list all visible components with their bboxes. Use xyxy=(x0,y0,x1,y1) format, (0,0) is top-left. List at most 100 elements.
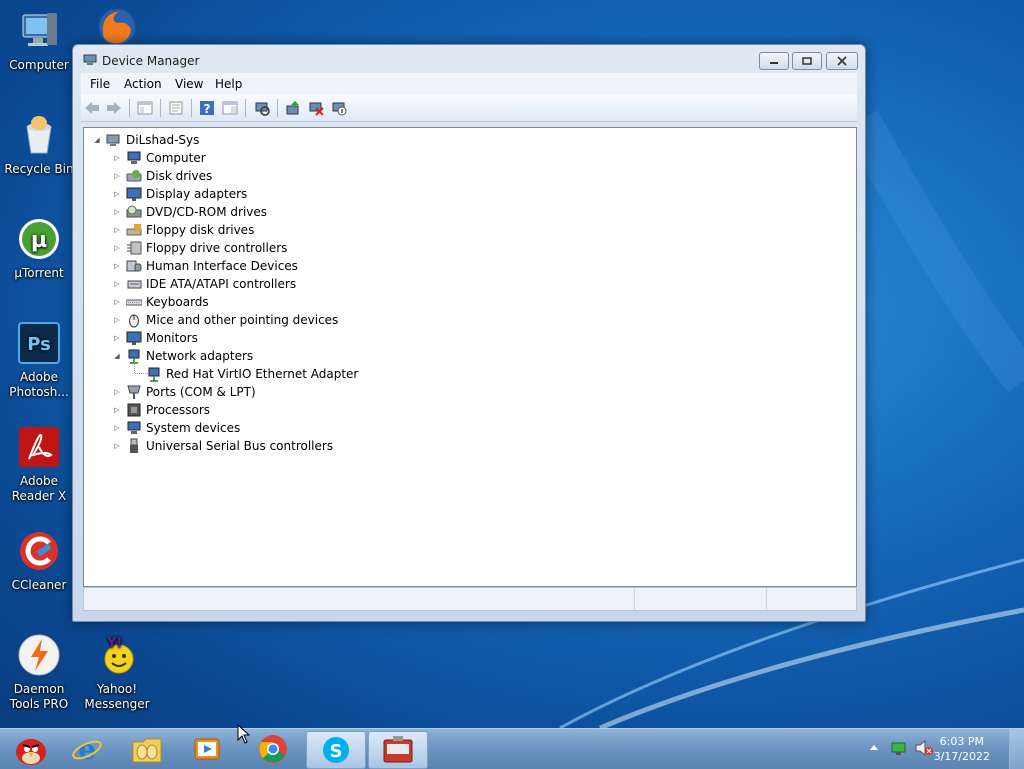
clock-time: 6:03 PM xyxy=(939,735,984,748)
expand-arrow-icon[interactable]: ▷ xyxy=(112,298,122,306)
menu-help[interactable]: Help xyxy=(215,77,242,91)
desktop-icon-computer[interactable]: Computer xyxy=(0,8,78,73)
system-clock[interactable]: 6:03 PM 3/17/2022 xyxy=(934,734,990,764)
expand-arrow-icon[interactable]: ▷ xyxy=(112,154,122,162)
device-tree[interactable]: ◢ DiLshad-Sys ▷ Computer ▷ Disk drives ▷… xyxy=(83,127,857,587)
tree-item-mice[interactable]: ▷ Mice and other pointing devices xyxy=(112,311,338,329)
tree-item-label: Display adapters xyxy=(146,187,248,201)
close-button[interactable] xyxy=(826,52,858,70)
expand-arrow-icon[interactable]: ▷ xyxy=(112,334,122,342)
tree-item-label: Red Hat VirtIO Ethernet Adapter xyxy=(166,367,359,381)
desktop-icon-yahoo-messenger[interactable]: Y! Yahoo! Messenger xyxy=(78,632,156,712)
forward-arrow-icon xyxy=(107,102,121,114)
back-button[interactable] xyxy=(83,99,101,117)
tree-root[interactable]: ◢ DiLshad-Sys xyxy=(92,131,199,149)
tree-item-processors[interactable]: ▷ Processors xyxy=(112,401,210,419)
keyboard-icon xyxy=(126,294,142,310)
expand-arrow-icon[interactable]: ▷ xyxy=(112,244,122,252)
show-hidden-icons-arrow-icon[interactable] xyxy=(868,741,880,755)
usb-icon xyxy=(126,438,142,454)
tree-item-system-devices[interactable]: ▷ System devices xyxy=(112,419,240,437)
tree-item-ports[interactable]: ▷ Ports (COM & LPT) xyxy=(112,383,256,401)
console-tree-button[interactable] xyxy=(136,99,154,117)
processor-icon xyxy=(126,402,142,418)
tree-item-label: Keyboards xyxy=(146,295,209,309)
collapse-arrow-icon[interactable]: ◢ xyxy=(112,352,122,360)
desktop-icon-daemon-tools[interactable]: Daemon Tools PRO xyxy=(0,632,78,712)
desktop-icon-photoshop[interactable]: Ps Adobe Photosh... xyxy=(0,320,78,400)
tree-item-floppy-disk-drives[interactable]: ▷ Floppy disk drives xyxy=(112,221,254,239)
show-desktop-button[interactable] xyxy=(1009,729,1024,769)
menu-file[interactable]: File xyxy=(90,77,110,91)
tree-item-disk-drives[interactable]: ▷ Disk drives xyxy=(112,167,212,185)
taskbar-skype[interactable]: S xyxy=(306,731,366,769)
taskbar-device-manager[interactable] xyxy=(368,731,428,769)
expand-arrow-icon[interactable]: ▷ xyxy=(112,280,122,288)
desktop-icon-label: Adobe Photosh... xyxy=(9,370,69,399)
menu-view[interactable]: View xyxy=(175,77,203,91)
monitor-icon xyxy=(126,330,142,346)
tree-item-floppy-drive-controllers[interactable]: ▷ Floppy drive controllers xyxy=(112,239,287,257)
tree-item-keyboards[interactable]: ▷ Keyboards xyxy=(112,293,209,311)
hid-icon xyxy=(126,258,142,274)
desktop-icon-label: Recycle Bin xyxy=(4,162,74,176)
expand-arrow-icon[interactable]: ▷ xyxy=(112,316,122,324)
action-pane-button[interactable] xyxy=(221,99,239,117)
disable-device-button[interactable] xyxy=(330,99,348,117)
expand-arrow-icon[interactable]: ▷ xyxy=(112,406,122,414)
toolbar-separator xyxy=(277,99,278,117)
taskbar-internet-explorer[interactable]: e xyxy=(58,731,116,767)
title-bar[interactable]: Device Manager xyxy=(73,45,865,75)
computer-icon xyxy=(16,8,62,54)
taskbar-angry-birds[interactable] xyxy=(0,731,58,767)
scan-hardware-button[interactable] xyxy=(253,99,271,117)
uninstall-button[interactable] xyxy=(307,99,325,117)
device-manager-icon xyxy=(83,54,97,65)
expand-arrow-icon[interactable]: ▷ xyxy=(112,442,122,450)
forward-button[interactable] xyxy=(105,99,123,117)
desktop-icon-adobe-reader[interactable]: Adobe Reader X xyxy=(0,424,78,504)
toolbar-separator xyxy=(129,99,130,117)
tree-item-display-adapters[interactable]: ▷ Display adapters xyxy=(112,185,247,203)
floppy-disk-icon xyxy=(126,222,142,238)
update-driver-button[interactable] xyxy=(284,99,302,117)
tree-item-monitors[interactable]: ▷ Monitors xyxy=(112,329,198,347)
system-device-icon xyxy=(126,420,142,436)
taskbar-chrome[interactable] xyxy=(244,731,302,767)
tree-item-computer[interactable]: ▷ Computer xyxy=(112,149,205,167)
tree-item-label: Universal Serial Bus controllers xyxy=(146,439,334,453)
expand-arrow-icon[interactable]: ▷ xyxy=(112,172,122,180)
expand-arrow-icon[interactable]: ▷ xyxy=(112,424,122,432)
minimize-button[interactable] xyxy=(759,52,789,70)
volume-muted-icon[interactable] xyxy=(914,739,934,757)
desktop-icon-recycle-bin[interactable]: Recycle Bin xyxy=(0,112,78,177)
expand-arrow-icon[interactable]: ▷ xyxy=(112,388,122,396)
desktop-icon-utorrent[interactable]: µ µTorrent xyxy=(0,216,78,281)
network-tray-icon[interactable] xyxy=(890,739,908,757)
expand-arrow-icon[interactable]: ▷ xyxy=(112,208,122,216)
tree-item-label: IDE ATA/ATAPI controllers xyxy=(146,277,297,291)
svg-text:e: e xyxy=(78,733,96,765)
tree-item-label: Disk drives xyxy=(146,169,213,183)
tree-item-human-interface-devices[interactable]: ▷ Human Interface Devices xyxy=(112,257,298,275)
taskbar-media-player[interactable] xyxy=(178,731,236,767)
device-manager-window: Device Manager File Action View Help ? ◢… xyxy=(72,44,866,622)
expand-arrow-icon[interactable]: ▷ xyxy=(112,226,122,234)
desktop-icon-ccleaner[interactable]: CCleaner xyxy=(0,528,78,593)
taskbar-windows-explorer[interactable] xyxy=(118,731,176,767)
tree-item-ide-controllers[interactable]: ▷ IDE ATA/ATAPI controllers xyxy=(112,275,296,293)
tree-item-red-hat-virtio-ethernet-adapter[interactable]: Red Hat VirtIO Ethernet Adapter xyxy=(146,365,358,383)
mouse-icon xyxy=(126,312,142,328)
expand-arrow-icon[interactable]: ▷ xyxy=(112,262,122,270)
properties-button[interactable] xyxy=(167,99,185,117)
tree-item-usb-controllers[interactable]: ▷ Universal Serial Bus controllers xyxy=(112,437,333,455)
menu-action[interactable]: Action xyxy=(124,77,162,91)
expand-arrow-icon[interactable]: ▷ xyxy=(112,190,122,198)
restore-button[interactable] xyxy=(792,52,822,70)
help-button[interactable]: ? xyxy=(198,99,216,117)
tree-root-label: DiLshad-Sys xyxy=(126,133,200,147)
collapse-arrow-icon[interactable]: ◢ xyxy=(92,136,102,144)
internet-explorer-icon: e xyxy=(72,733,102,765)
tree-item-dvd-cdrom-drives[interactable]: ▷ DVD/CD-ROM drives xyxy=(112,203,267,221)
desktop-icon-label: CCleaner xyxy=(11,578,67,592)
